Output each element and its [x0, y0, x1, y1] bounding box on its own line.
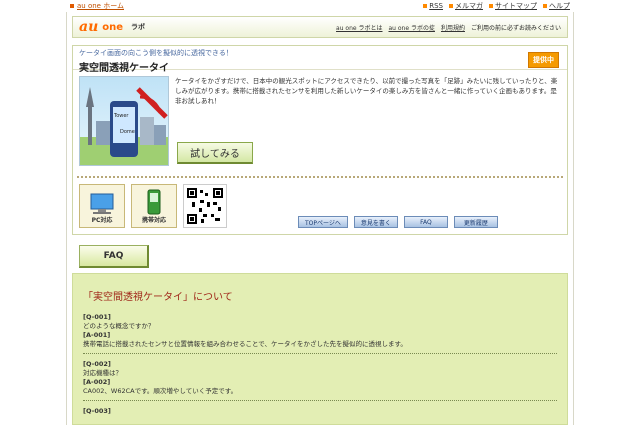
site-header: au one ラボ au one ラボとは au one ラボの掟 利用規約 ご…	[72, 16, 568, 38]
answer-text: CA002、W62CAです。順次増やしていく予定です。	[83, 387, 238, 395]
status-badge: 提供中	[528, 52, 559, 68]
try-button[interactable]: 試してみる	[177, 142, 253, 164]
write-opinion-button[interactable]: 意見を書く	[353, 216, 398, 228]
question-tag: [Q-003]	[83, 407, 111, 415]
header-links: au one ラボとは au one ラボの掟 利用規約 ご利用の前に必ずお読み…	[336, 23, 561, 32]
faq-button[interactable]: FAQ	[403, 216, 448, 228]
update-history-button[interactable]: 更新履歴	[453, 216, 498, 228]
illustration-dome-label: Dome	[120, 129, 135, 135]
au-one-labo-logo[interactable]: au one ラボ	[79, 19, 145, 35]
dotted-divider	[77, 176, 563, 178]
question-tag: [Q-002]	[83, 360, 111, 368]
card-subtitle: ケータイ画面の向こう側を擬似的に透視できる！	[79, 49, 233, 57]
logo-au: au	[79, 19, 99, 35]
top-bar: au one ホーム RSS メルマガ サイトマップ ヘルプ	[70, 0, 570, 12]
top-page-button[interactable]: TOPページへ	[298, 216, 348, 228]
service-description: ケータイをかざすだけで、日本中の観光スポットにアクセスできたり、以前で撮った写真…	[175, 77, 558, 105]
service-illustration: Tower Dome	[79, 76, 169, 166]
pc-icon	[90, 193, 114, 214]
rss-link[interactable]: RSS	[423, 2, 443, 10]
illustration-tower-label: Tower	[113, 113, 129, 119]
mailmag-link-label[interactable]: メルマガ	[455, 1, 483, 11]
labo-rules-link[interactable]: au one ラボの掟	[389, 23, 435, 32]
rss-icon	[423, 4, 428, 8]
answer-tag: [A-001]	[83, 331, 111, 339]
rss-link-label[interactable]: RSS	[429, 2, 443, 10]
mailmag-link[interactable]: メルマガ	[449, 1, 483, 11]
about-labo-link[interactable]: au one ラボとは	[336, 23, 382, 32]
logo-one: one	[102, 21, 124, 33]
top-links: RSS メルマガ サイトマップ ヘルプ	[423, 1, 570, 11]
help-link-label[interactable]: ヘルプ	[549, 1, 570, 11]
help-icon	[543, 4, 547, 8]
home-link-label[interactable]: au one ホーム	[77, 1, 124, 11]
answer-tag: [A-002]	[83, 378, 111, 386]
question-text: 対応機種は？	[83, 369, 122, 377]
help-link[interactable]: ヘルプ	[543, 1, 570, 11]
city-phone-illustration-icon: Tower Dome	[80, 87, 168, 165]
faq-item: [Q-001] どのような概念ですか？ [A-001] 携帯電話に搭載されたセン…	[83, 313, 557, 354]
pc-support-badge: PC対応	[79, 184, 125, 228]
terms-link[interactable]: 利用規約	[441, 23, 465, 32]
faq-tab: FAQ	[79, 245, 149, 268]
read-before-use-note: ご利用の前に必ずお読みください	[470, 24, 561, 32]
home-bullet-icon	[70, 4, 74, 8]
logo-labo: ラボ	[131, 23, 146, 31]
card-header: ケータイ画面の向こう側を擬似的に透視できる！ 実空間透視ケータイ 提供中	[73, 46, 567, 74]
mobile-support-label: 携帯対応	[141, 217, 166, 224]
mobile-phone-icon	[147, 189, 161, 215]
faq-item: [Q-003]	[83, 407, 557, 420]
mobile-support-badge: 携帯対応	[131, 184, 177, 228]
service-nav: TOPページへ 意見を書く FAQ 更新履歴	[298, 216, 498, 228]
sitemap-link-label[interactable]: サイトマップ	[495, 1, 537, 11]
pc-support-label: PC対応	[91, 217, 113, 224]
service-card: ケータイ画面の向こう側を擬似的に透視できる！ 実空間透視ケータイ 提供中 Tow…	[72, 45, 568, 235]
faq-item: [Q-002] 対応機種は？ [A-002] CA002、W62CAです。順次増…	[83, 360, 557, 401]
sitemap-link[interactable]: サイトマップ	[489, 1, 537, 11]
qr-code-icon	[183, 184, 227, 228]
sitemap-icon	[489, 4, 493, 8]
home-link[interactable]: au one ホーム	[70, 1, 124, 11]
faq-section: 「実空間透視ケータイ」について [Q-001] どのような概念ですか？ [A-0…	[72, 273, 568, 425]
mail-icon	[449, 4, 453, 8]
question-text: どのような概念ですか？	[83, 322, 155, 330]
card-title: 実空間透視ケータイ	[79, 63, 169, 74]
faq-heading: 「実空間透視ケータイ」について	[83, 292, 233, 303]
answer-text: 携帯電話に搭載されたセンサと位置情報を組み合わせることで、ケータイをかざした先を…	[83, 340, 407, 348]
question-tag: [Q-001]	[83, 313, 111, 321]
